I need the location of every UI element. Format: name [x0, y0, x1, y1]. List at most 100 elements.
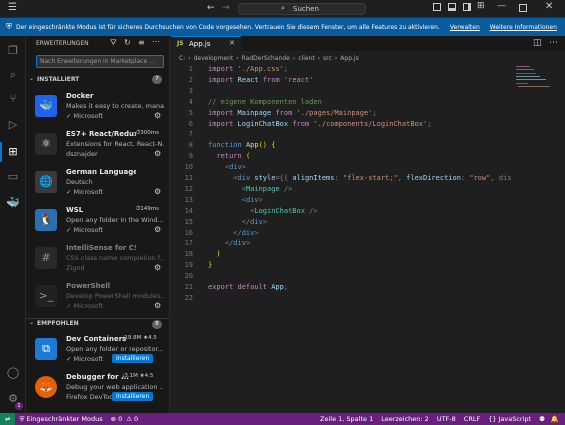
warnings-count[interactable]: 0 — [134, 415, 138, 423]
code-line[interactable]: 7 — [171, 129, 565, 140]
line-number: 19 — [184, 261, 193, 270]
clear-icon[interactable]: ≡ — [138, 38, 145, 47]
code-line[interactable]: 1 import './App.css'; — [171, 64, 565, 75]
extension-item[interactable]: 🐧 WSL Open any folder in the Wind... ✓ Micr… — [26, 203, 169, 241]
errors-count[interactable]: 0 — [118, 415, 122, 423]
source-control-icon[interactable]: ⑂ — [6, 92, 20, 106]
code-line[interactable]: 12 <Mainpage /> — [171, 184, 565, 195]
code-line[interactable]: 17 </div> — [171, 238, 565, 249]
indentation[interactable]: Leerzeichen: 2 — [381, 415, 429, 423]
account-icon[interactable]: ◯ — [6, 366, 20, 380]
install-button[interactable]: Installieren — [112, 392, 154, 401]
remote-indicator-icon[interactable]: ⇌ — [0, 413, 16, 425]
manage-gear-icon[interactable]: ⚙ — [154, 111, 161, 120]
extension-item[interactable]: # IntelliSense for CSS class n... CSS clas… — [26, 241, 169, 279]
code-token: 'react' — [283, 75, 314, 84]
code-line[interactable]: 22 — [171, 293, 565, 304]
code-token: App — [245, 141, 259, 150]
breadcrumb-item[interactable]: App.js — [340, 55, 358, 62]
code-line[interactable]: 11 <div style={{ alignItems: "flex-start… — [171, 173, 565, 184]
installed-section-header[interactable]: ⌄ INSTALLIERT 7 — [26, 75, 169, 86]
code-line[interactable]: 2 import React from 'react' — [171, 75, 565, 86]
code-editor[interactable]: 1 import './App.css'; 2 import React from '… — [171, 64, 565, 364]
more-info-link[interactable]: Weitere Informationen — [490, 24, 557, 31]
line-endings[interactable]: CRLF — [464, 415, 480, 423]
extension-item[interactable]: >_ PowerShell Develop PowerShell modules,.… — [26, 279, 169, 317]
notifications-bell-icon[interactable]: 🔔 — [551, 415, 559, 423]
breadcrumb-item[interactable]: src — [323, 55, 332, 62]
layout-icon[interactable]: ⊞ — [477, 1, 485, 11]
close-icon[interactable]: ✕ — [545, 1, 553, 12]
code-line[interactable]: 19} — [171, 260, 565, 271]
install-button[interactable]: Installieren — [112, 354, 154, 363]
code-token: import — [208, 108, 238, 117]
recommended-section-header[interactable]: ⌄ EMPFOHLEN 8 — [26, 318, 169, 329]
code-line[interactable]: 18 ) — [171, 249, 565, 260]
docker-icon[interactable]: 🐳 — [6, 196, 20, 210]
refresh-icon[interactable]: ↻ — [124, 38, 131, 47]
recommended-extension-item[interactable]: 🦊 Debugger for ... Debug your web applicat… — [26, 370, 169, 408]
breadcrumb-item[interactable]: development — [194, 55, 234, 62]
encoding[interactable]: UTF-8 — [437, 415, 456, 423]
extension-item[interactable]: 🐳 Docker Makes it easy to create, mana... ✓… — [26, 89, 169, 127]
search-icon[interactable]: ⌕ — [6, 68, 20, 82]
extensions-icon[interactable]: ⊞ — [6, 145, 20, 159]
menu-icon[interactable]: ☰ — [8, 2, 17, 13]
line-number: 2 — [188, 75, 193, 84]
copilot-icon[interactable]: ⚉ — [539, 415, 545, 423]
code-line[interactable]: 8 function App() { — [171, 140, 565, 151]
language-mode[interactable]: JavaScript — [498, 415, 531, 423]
manage-gear-icon[interactable]: ⚙ — [154, 225, 161, 234]
split-editor-icon[interactable]: ◫ — [533, 38, 542, 48]
toggle-panel-icon[interactable] — [448, 3, 456, 11]
manage-gear-icon[interactable]: ⚙ — [154, 263, 161, 272]
maximize-icon[interactable] — [519, 4, 527, 12]
forward-arrow-icon[interactable]: → — [222, 3, 230, 13]
minimize-icon[interactable]: — — [497, 1, 506, 11]
code-line[interactable]: 5 import Mainpage from './pages/Mainpage'… — [171, 108, 565, 119]
recommended-extension-item[interactable]: ⧉ Dev Containers Open any folder or reposi… — [26, 332, 169, 370]
code-line[interactable]: 21 export default App; — [171, 282, 565, 293]
explorer-icon[interactable]: ❐ — [6, 44, 20, 58]
chevron-right-icon: › — [334, 55, 338, 62]
code-line[interactable]: 20 — [171, 271, 565, 282]
breadcrumb-item[interactable]: client — [298, 55, 314, 62]
code-line[interactable]: 16 </div> — [171, 228, 565, 239]
chevron-right-icon: › — [236, 55, 239, 62]
manage-link[interactable]: Verwalten — [450, 24, 480, 31]
code-line[interactable]: 9 return ( — [171, 151, 565, 162]
code-line[interactable]: 10 <div> — [171, 162, 565, 173]
code-line[interactable]: 15 </div> — [171, 217, 565, 228]
code-line[interactable]: 13 <div> — [171, 195, 565, 206]
toggle-sidebar-icon[interactable] — [433, 3, 441, 11]
tab-close-icon[interactable]: ✕ — [229, 39, 235, 47]
more-actions-icon[interactable]: ⋯ — [549, 38, 558, 48]
restricted-mode-label[interactable]: Eingeschränkter Modus — [26, 415, 102, 423]
toggle-secondary-sidebar-icon[interactable] — [463, 3, 471, 11]
remote-explorer-icon[interactable]: ▭ — [6, 170, 20, 184]
extension-item[interactable]: ⚛ ES7+ React/Redux/... Extensions for Reac… — [26, 127, 169, 165]
extension-search-input[interactable]: Nach Erweiterungen in Marketplace ... — [36, 55, 164, 68]
code-line[interactable]: 3 — [171, 86, 565, 97]
more-actions-icon[interactable]: ⋯ — [152, 37, 160, 46]
breadcrumb-item[interactable]: C: — [179, 55, 185, 62]
extension-item[interactable]: 🌐 German Language Pack for... Deutsch ✓ Mic… — [26, 165, 169, 203]
command-center-search[interactable]: ⌕ Suchen — [238, 3, 366, 15]
breadcrumb-item[interactable]: RadDerSchande — [242, 55, 290, 62]
minimap[interactable] — [516, 64, 556, 104]
tab-app-js[interactable]: JS App.js ✕ — [171, 36, 241, 51]
code-token: div — [241, 228, 255, 237]
code-token: > — [254, 228, 259, 237]
cursor-position[interactable]: Zeile 1, Spalte 1 — [320, 415, 373, 423]
filter-icon[interactable]: ⛛ — [110, 38, 117, 48]
code-content: // eigene Komponenten laden — [208, 97, 322, 108]
code-line[interactable]: 4 // eigene Komponenten laden — [171, 97, 565, 108]
code-line[interactable]: 14 <LoginChatBox /> — [171, 206, 565, 217]
code-line[interactable]: 6 import LoginChatBox from './components/… — [171, 119, 565, 130]
code-token: div — [250, 217, 263, 226]
manage-gear-icon[interactable]: ⚙ — [154, 149, 161, 158]
run-debug-icon[interactable]: ▷ — [6, 118, 20, 132]
back-arrow-icon[interactable]: ← — [207, 3, 215, 13]
manage-gear-icon[interactable]: ⚙ — [154, 301, 161, 310]
manage-gear-icon[interactable]: ⚙ — [154, 187, 161, 196]
